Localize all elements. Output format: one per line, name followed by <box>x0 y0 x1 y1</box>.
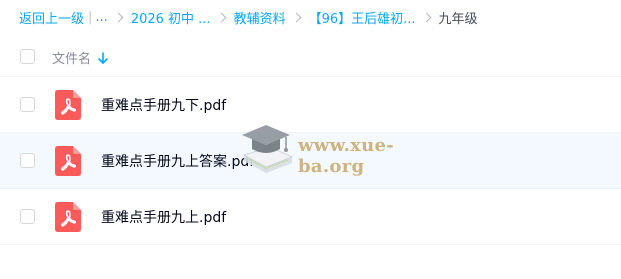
select-all-checkbox[interactable] <box>20 49 35 64</box>
breadcrumb-ellipsis[interactable]: ... <box>95 10 107 25</box>
name-column-header[interactable]: 文件名 <box>52 48 109 67</box>
back-link[interactable]: 返回上一级 <box>19 8 84 27</box>
chevron-right-icon <box>291 12 302 22</box>
breadcrumb: 返回上一级 | ... 2026 初中 ... 教辅资料 【96】王后雄初...… <box>19 8 478 27</box>
name-column-label: 文件名 <box>52 52 92 67</box>
file-checkbox[interactable] <box>20 209 35 224</box>
file-list-header: 文件名 <box>0 38 621 77</box>
pdf-file-icon <box>55 202 81 232</box>
file-row[interactable]: 重难点手册九上答案.pdf <box>0 133 621 189</box>
file-browser: 返回上一级 | ... 2026 初中 ... 教辅资料 【96】王后雄初...… <box>0 0 621 279</box>
chevron-right-icon <box>421 12 431 22</box>
file-row[interactable]: 重难点手册九上.pdf <box>0 189 621 245</box>
file-name[interactable]: 重难点手册九上答案.pdf <box>101 151 254 171</box>
file-checkbox[interactable] <box>20 153 35 168</box>
file-name[interactable]: 重难点手册九下.pdf <box>101 95 226 115</box>
pdf-file-icon <box>55 90 81 120</box>
breadcrumb-item-1[interactable]: 2026 初中 ... <box>131 8 211 27</box>
chevron-right-icon <box>216 12 227 22</box>
breadcrumb-pipe: | <box>88 9 93 25</box>
file-checkbox[interactable] <box>20 97 35 112</box>
pdf-file-icon <box>55 146 81 176</box>
breadcrumb-item-2[interactable]: 教辅资料 <box>234 8 286 27</box>
file-row[interactable]: 重难点手册九下.pdf <box>0 77 621 133</box>
breadcrumb-item-3[interactable]: 【96】王后雄初... <box>309 8 416 27</box>
chevron-right-icon <box>113 12 124 22</box>
sort-arrow-down-icon[interactable] <box>97 51 109 65</box>
file-name[interactable]: 重难点手册九上.pdf <box>101 207 226 227</box>
breadcrumb-current: 九年级 <box>438 11 478 27</box>
